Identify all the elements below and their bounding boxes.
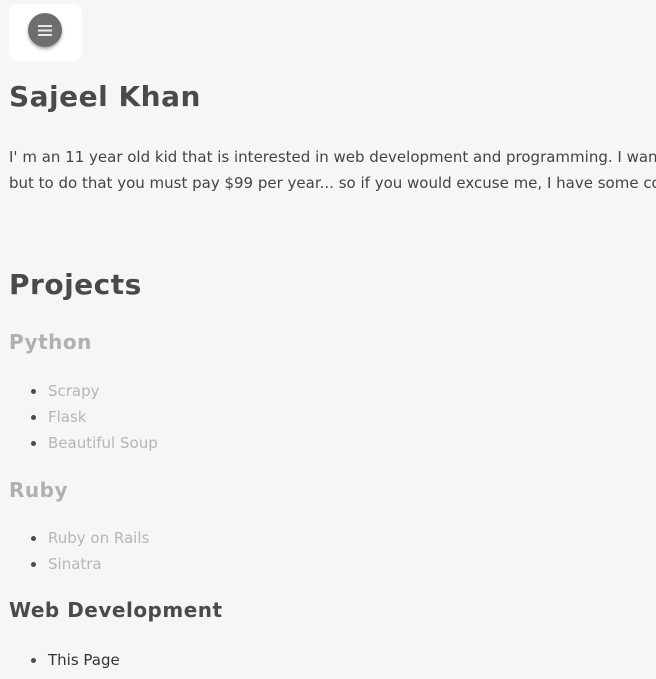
project-this-page: This Page <box>48 651 120 669</box>
list-item: Flask <box>9 404 158 430</box>
project-link-flask[interactable]: Flask <box>48 408 87 426</box>
menu-card <box>9 4 82 61</box>
menu-button[interactable] <box>28 13 62 47</box>
list-item: Ruby on Rails <box>9 525 149 551</box>
python-heading: Python <box>9 330 92 354</box>
page: Sajeel Khan I' m an 11 year old kid that… <box>0 0 656 679</box>
hamburger-menu-icon <box>38 24 52 36</box>
project-link-sinatra[interactable]: Sinatra <box>48 555 102 573</box>
project-link-scrapy[interactable]: Scrapy <box>48 382 100 400</box>
project-link-beautiful-soup[interactable]: Beautiful Soup <box>48 434 158 452</box>
list-item: This Page <box>9 647 120 673</box>
list-item: Beautiful Soup <box>9 430 158 456</box>
project-link-ruby-on-rails[interactable]: Ruby on Rails <box>48 529 149 547</box>
profile-name: Sajeel Khan <box>9 80 201 113</box>
web-development-list: This Page <box>9 647 120 673</box>
list-item: Scrapy <box>9 378 158 404</box>
web-development-heading: Web Development <box>9 598 223 622</box>
list-item: Sinatra <box>9 551 149 577</box>
projects-heading: Projects <box>9 268 142 301</box>
python-list: Scrapy Flask Beautiful Soup <box>9 378 158 456</box>
ruby-heading: Ruby <box>9 478 68 502</box>
ruby-list: Ruby on Rails Sinatra <box>9 525 149 577</box>
profile-bio: I' m an 11 year old kid that is interest… <box>9 148 656 192</box>
